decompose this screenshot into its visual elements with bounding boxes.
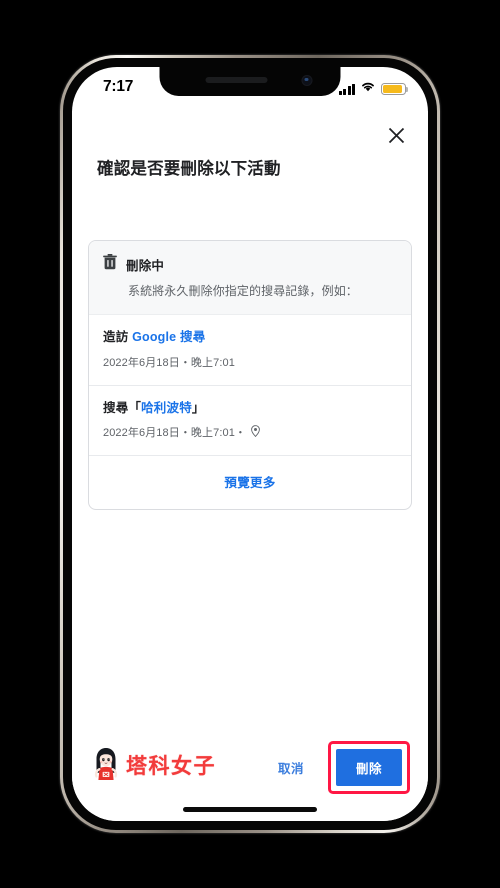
activity-entry-title: 造訪 Google 搜尋 [103, 329, 397, 347]
page-title: 確認是否要刪除以下活動 [97, 160, 281, 178]
preview-more-link[interactable]: 預覽更多 [224, 476, 275, 490]
front-camera-icon [301, 75, 313, 86]
entry-meta-text: 2022年6月18日・晚上7:01 [103, 356, 235, 369]
watermark-text: 塔科女子 [126, 755, 216, 778]
earpiece-speaker-icon [205, 77, 268, 83]
entry-title-link: 哈利波特 [141, 400, 192, 415]
trash-icon [103, 254, 117, 275]
activity-entry-meta: 2022年6月18日・晚上7:01・ [103, 424, 397, 440]
card-header: 刪除中 系統將永久刪除你指定的搜尋記錄，例如： [89, 241, 411, 316]
activity-entry[interactable]: 造訪 Google 搜尋 2022年6月18日・晚上7:01 [89, 315, 411, 385]
status-time: 7:17 [103, 78, 134, 95]
card-header-title: 刪除中 [126, 259, 165, 273]
map-pin-icon [251, 425, 260, 440]
home-indicator[interactable] [183, 807, 317, 812]
entry-title-suffix: 」 [191, 400, 205, 415]
phone-screen: 7:17 確認是否要刪除以下活動 刪除中 系統將永久刪除你指定的搜尋記錄，例如：… [72, 67, 428, 821]
activity-entry-title: 搜尋「哈利波特」 [103, 400, 397, 418]
cancel-button[interactable]: 取消 [274, 752, 308, 783]
entry-title-prefix: 搜尋「 [103, 400, 142, 415]
card-header-description: 系統將永久刪除你指定的搜尋記錄，例如： [128, 284, 358, 298]
entry-title-link: Google 搜尋 [132, 330, 206, 345]
wifi-icon [360, 80, 376, 98]
entry-title-prefix: 造訪 [103, 330, 133, 345]
battery-icon [381, 83, 409, 95]
delete-confirmation-card: 刪除中 系統將永久刪除你指定的搜尋記錄，例如： 造訪 Google 搜尋 202… [88, 240, 412, 511]
activity-entry[interactable]: 搜尋「哈利波特」 2022年6月18日・晚上7:01・ [89, 384, 411, 456]
notch [159, 67, 341, 96]
close-icon[interactable] [380, 119, 412, 151]
cellular-signal-icon [338, 83, 355, 95]
delete-button-highlight: 刪除 [327, 740, 410, 794]
card-footer: 預覽更多 [89, 455, 411, 509]
mascot-girl-icon [90, 746, 122, 787]
page-content: 確認是否要刪除以下活動 刪除中 系統將永久刪除你指定的搜尋記錄，例如： 造訪 G… [72, 111, 428, 821]
screenshot-stage: 7:17 確認是否要刪除以下活動 刪除中 系統將永久刪除你指定的搜尋記錄，例如：… [0, 0, 500, 888]
delete-button[interactable]: 刪除 [335, 748, 402, 786]
activity-entry-meta: 2022年6月18日・晚上7:01 [103, 354, 397, 370]
status-icons [338, 80, 409, 98]
entry-meta-text: 2022年6月18日・晚上7:01・ [103, 427, 247, 440]
watermark: 塔科女子 [90, 746, 216, 787]
